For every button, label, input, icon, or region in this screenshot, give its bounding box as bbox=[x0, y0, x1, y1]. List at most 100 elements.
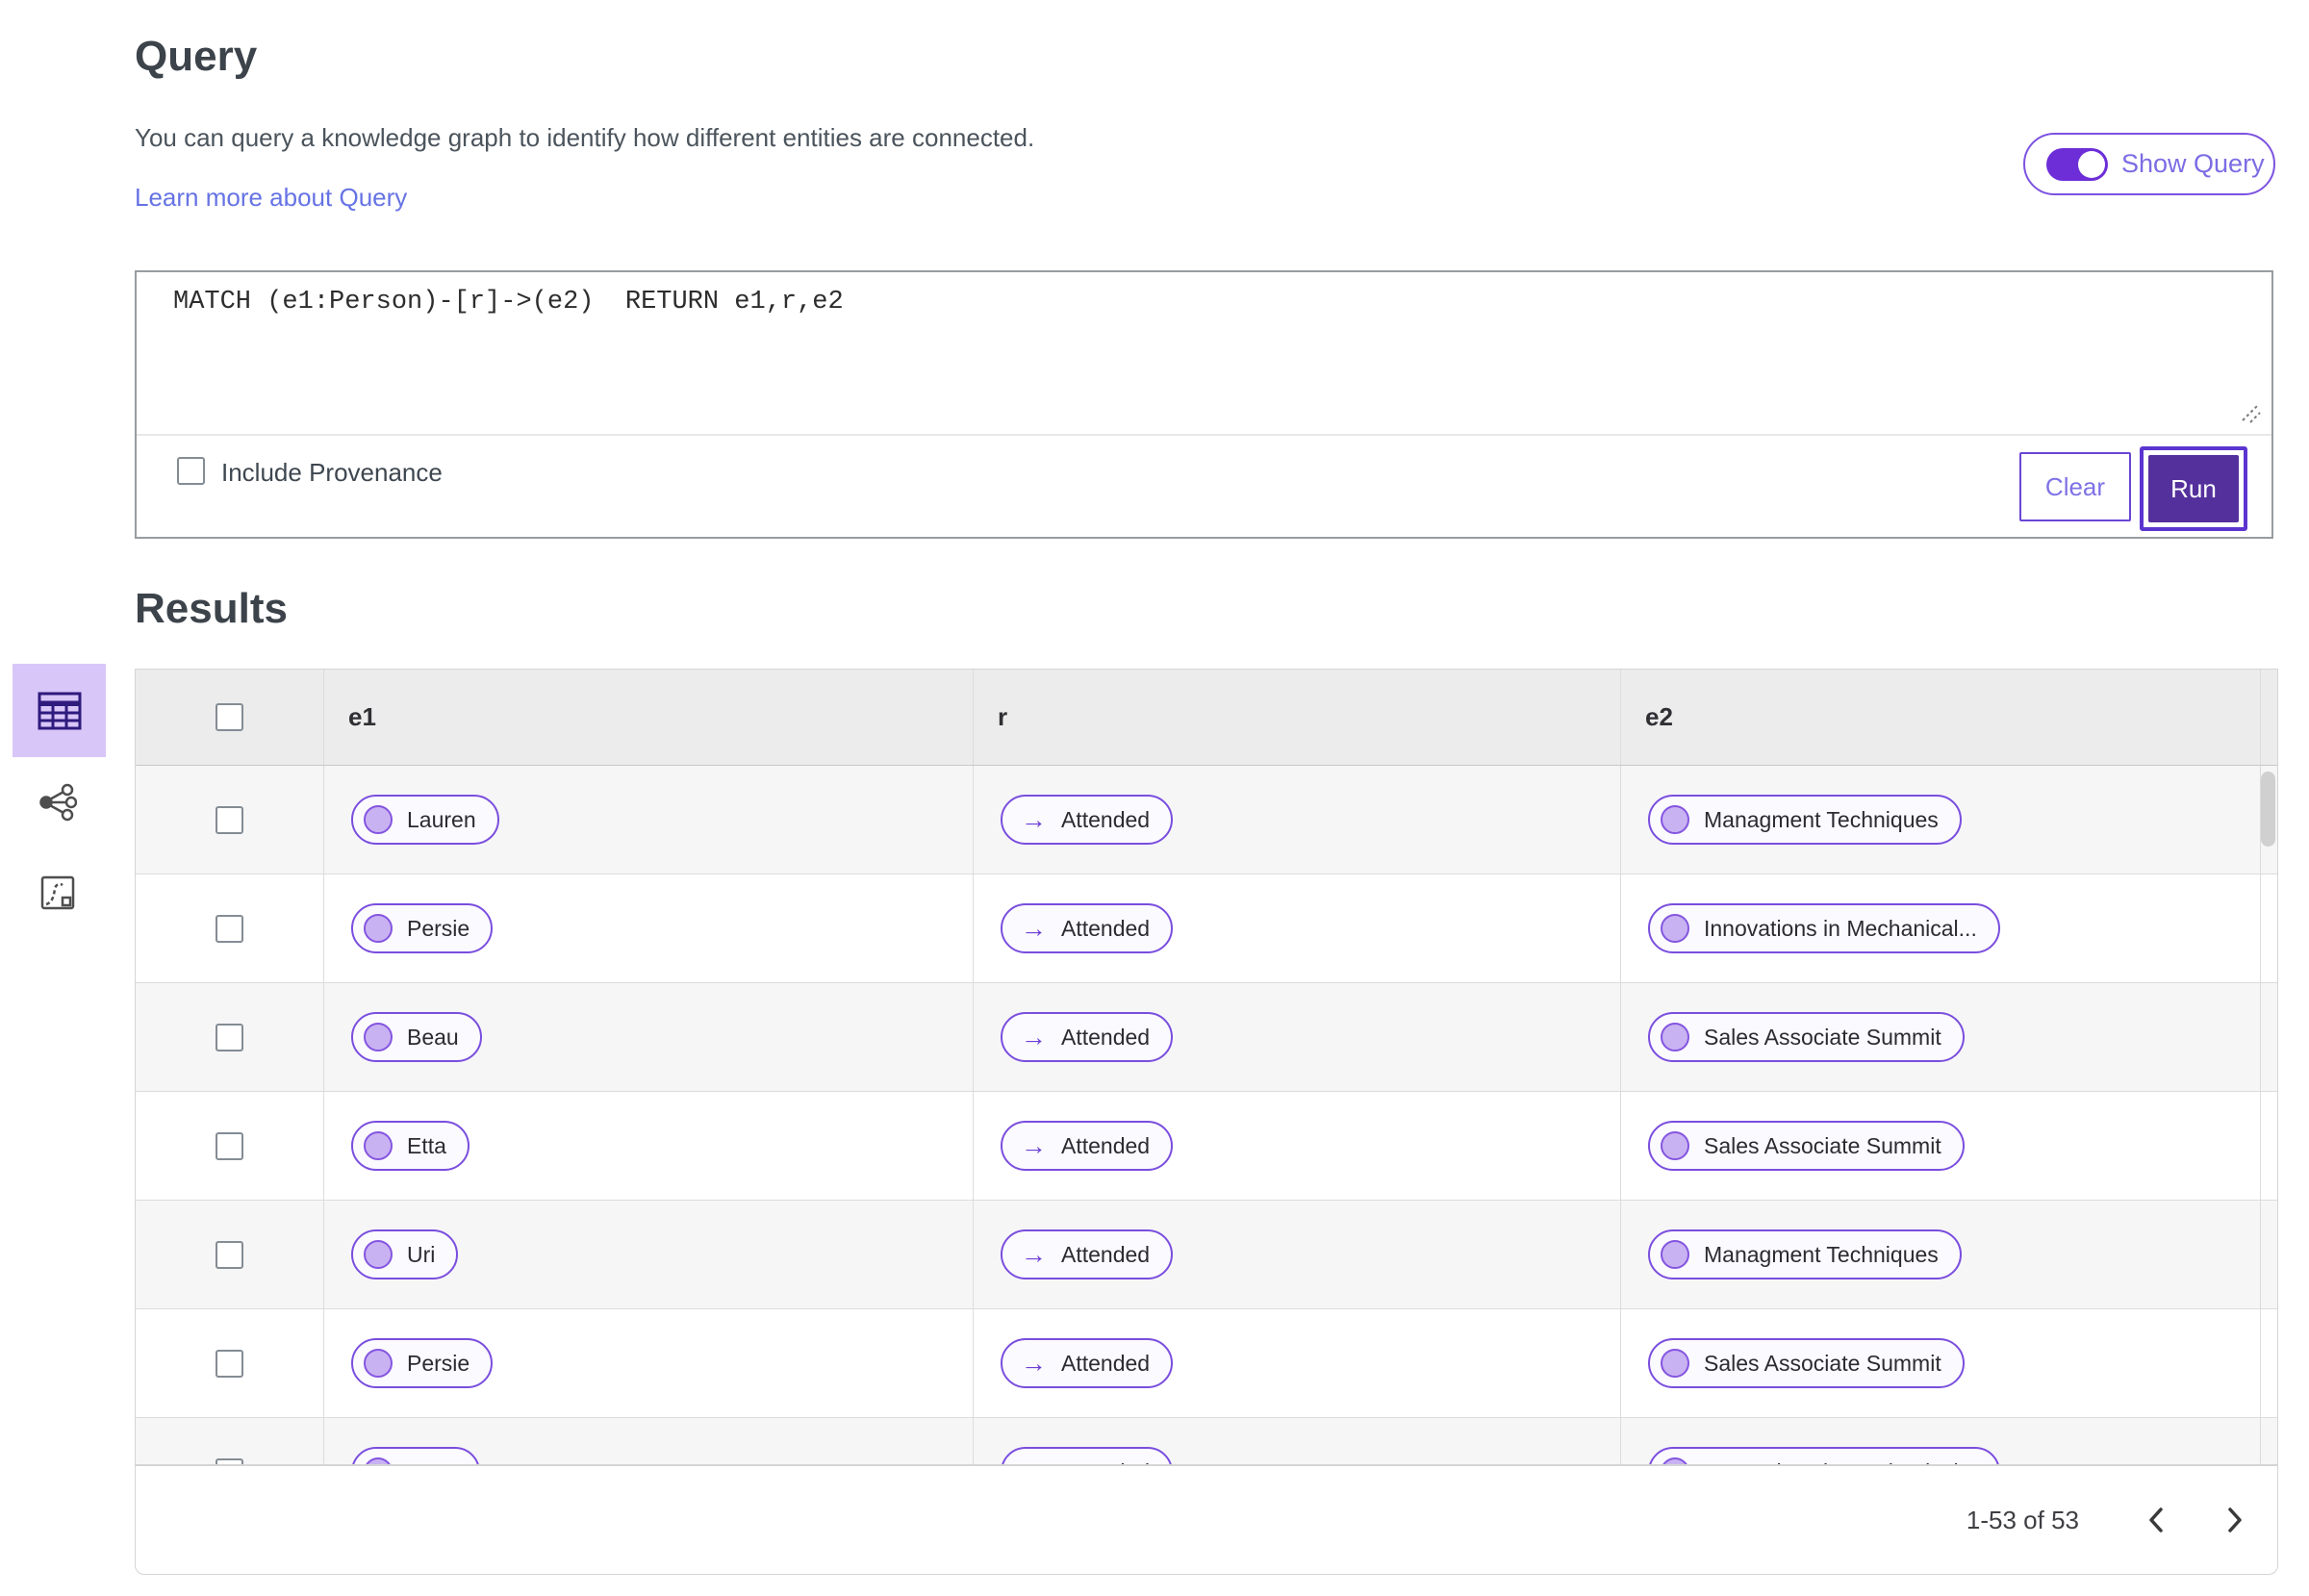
table-row: Persie → Attended Sales Associate Summit bbox=[136, 1309, 2277, 1418]
entity-pill[interactable]: Beau bbox=[351, 1012, 482, 1062]
entity-pill[interactable]: Lauren bbox=[351, 795, 499, 845]
entity-label: Uri bbox=[407, 1241, 436, 1267]
relation-pill[interactable]: →Attended bbox=[1001, 1447, 1174, 1464]
entity-pill[interactable]: Sales Associate Summit bbox=[1648, 1338, 1965, 1388]
show-query-label: Show Query bbox=[2121, 149, 2265, 178]
query-textarea[interactable]: MATCH (e1:Person)-[r]->(e2) RETURN e1,r,… bbox=[173, 288, 844, 317]
learn-more-link[interactable]: Learn more about Query bbox=[135, 183, 407, 213]
entity-dot-icon bbox=[364, 1349, 393, 1378]
entity-pill[interactable]: Etta bbox=[351, 1121, 469, 1171]
scrollbar-gutter bbox=[2260, 874, 2277, 982]
arrow-right-icon: → bbox=[1021, 1130, 1047, 1160]
table-row: Uri → Attended Managment Techniques bbox=[136, 1201, 2277, 1309]
column-header-e1[interactable]: e1 bbox=[323, 670, 973, 765]
relation-pill[interactable]: → Attended bbox=[1001, 903, 1174, 953]
relation-label: Attended bbox=[1061, 806, 1151, 832]
row-checkbox[interactable] bbox=[216, 1131, 243, 1160]
include-provenance-label: Include Provenance bbox=[221, 458, 443, 487]
entity-dot-icon bbox=[1661, 1240, 1689, 1269]
entity-dot-icon bbox=[1661, 1349, 1689, 1378]
entity-pill[interactable]: Sales Associate Summit bbox=[1648, 1012, 1965, 1062]
entity-pill[interactable]: Managment Techniques bbox=[1648, 1229, 1962, 1279]
entity-pill[interactable]: Persie bbox=[351, 1338, 494, 1388]
column-header-r[interactable]: r bbox=[973, 670, 1620, 765]
entity-dot-icon bbox=[1661, 805, 1689, 834]
select-all-checkbox[interactable] bbox=[216, 703, 243, 731]
scrollbar-gutter bbox=[2260, 983, 2277, 1091]
pagination-bar: 1-53 of 53 bbox=[135, 1465, 2278, 1575]
entity-label: Etta bbox=[407, 1132, 446, 1158]
entity-label: Managment Techniques bbox=[1704, 806, 1939, 832]
pagination-range: 1-53 of 53 bbox=[1966, 1505, 2079, 1534]
entity-dot-icon bbox=[1661, 914, 1689, 943]
results-title: Results bbox=[135, 585, 288, 632]
results-table: e1 r e2 Lauren → Attended Managment Techn… bbox=[135, 669, 2278, 1465]
entity-dot-icon bbox=[364, 1023, 393, 1051]
entity-pill[interactable]: Sales Associate Summit bbox=[1648, 1121, 1965, 1171]
show-query-toggle-button[interactable]: Show Query bbox=[2023, 133, 2275, 195]
entity-pill[interactable]: Persie bbox=[351, 903, 494, 953]
map-view-button[interactable] bbox=[37, 872, 79, 914]
row-checkbox[interactable] bbox=[216, 1457, 243, 1464]
entity-dot-icon bbox=[1661, 1457, 1689, 1464]
arrow-right-icon: → bbox=[1021, 913, 1047, 943]
entity-label: Beau bbox=[407, 1024, 459, 1050]
entity-dot-icon bbox=[364, 805, 393, 834]
entity-pill[interactable]: Managment Techniques bbox=[1648, 795, 1962, 845]
entity-pill[interactable]: Innovations in Mechanical... bbox=[1648, 1447, 2000, 1464]
entity-label: Persie bbox=[407, 1350, 470, 1376]
relation-pill[interactable]: → Attended bbox=[1001, 1229, 1174, 1279]
scrollbar-gutter bbox=[2260, 1418, 2277, 1464]
prev-page-button[interactable] bbox=[2135, 1499, 2177, 1541]
relation-pill[interactable]: →Attended bbox=[1001, 795, 1174, 845]
relation-label: Attended bbox=[1061, 1241, 1151, 1267]
scrollbar-gutter bbox=[2260, 670, 2277, 765]
graph-view-button[interactable] bbox=[35, 779, 81, 825]
row-checkbox[interactable] bbox=[216, 805, 243, 834]
row-checkbox[interactable] bbox=[216, 1349, 243, 1378]
row-checkbox[interactable] bbox=[216, 914, 243, 943]
entity-dot-icon bbox=[364, 1240, 393, 1269]
include-provenance-checkbox[interactable] bbox=[177, 457, 205, 485]
table-icon bbox=[38, 692, 81, 729]
query-page: Query You can query a knowledge graph to… bbox=[0, 0, 2309, 1596]
relation-pill[interactable]: → Attended bbox=[1001, 1012, 1174, 1062]
scrollbar-thumb[interactable] bbox=[2261, 772, 2275, 847]
entity-pill[interactable]: Uri bbox=[351, 1229, 459, 1279]
scrollbar-gutter bbox=[2260, 1201, 2277, 1308]
page-title: Query bbox=[135, 33, 258, 80]
row-checkbox[interactable] bbox=[216, 1023, 243, 1051]
clear-button[interactable]: Clear bbox=[2019, 452, 2131, 521]
table-row: Larry →Attended Innovations in Mechanica… bbox=[136, 1418, 2277, 1464]
row-checkbox[interactable] bbox=[216, 1240, 243, 1269]
arrow-right-icon: → bbox=[1021, 1239, 1047, 1269]
entity-dot-icon bbox=[364, 1131, 393, 1160]
entity-dot-icon bbox=[1661, 1023, 1689, 1051]
relation-label: Attended bbox=[1061, 1132, 1151, 1158]
resize-handle-icon[interactable] bbox=[2237, 399, 2262, 424]
arrow-right-icon: → bbox=[1021, 1022, 1047, 1051]
relation-label: Attended bbox=[1061, 1024, 1151, 1050]
next-page-button[interactable] bbox=[2214, 1499, 2256, 1541]
scrollbar-gutter bbox=[2260, 1309, 2277, 1417]
entity-label: Sales Associate Summit bbox=[1704, 1132, 1941, 1158]
entity-label: Persie bbox=[407, 915, 470, 941]
entity-label: Lauren bbox=[407, 806, 476, 832]
query-editor-panel: MATCH (e1:Person)-[r]->(e2) RETURN e1,r,… bbox=[135, 270, 2273, 539]
entity-pill[interactable]: Larry bbox=[351, 1447, 481, 1464]
chevron-right-icon bbox=[2228, 1507, 2242, 1533]
entity-dot-icon bbox=[364, 914, 393, 943]
column-header-e2[interactable]: e2 bbox=[1620, 670, 2260, 765]
entity-label: Sales Associate Summit bbox=[1704, 1024, 1941, 1050]
relation-label: Attended bbox=[1061, 915, 1151, 941]
table-row: Lauren → Attended Managment Techniques bbox=[136, 766, 2277, 874]
network-graph-icon bbox=[39, 783, 77, 822]
run-button[interactable]: Run bbox=[2148, 455, 2239, 522]
toggle-knob bbox=[2078, 150, 2105, 178]
relation-pill[interactable]: → Attended bbox=[1001, 1121, 1174, 1171]
table-view-button[interactable] bbox=[13, 664, 106, 757]
entity-pill[interactable]: Innovations in Mechanical... bbox=[1648, 903, 2000, 953]
relation-label: Attended bbox=[1061, 1350, 1151, 1376]
relation-pill[interactable]: →Attended bbox=[1001, 1338, 1174, 1388]
toggle-switch[interactable] bbox=[2046, 147, 2108, 181]
